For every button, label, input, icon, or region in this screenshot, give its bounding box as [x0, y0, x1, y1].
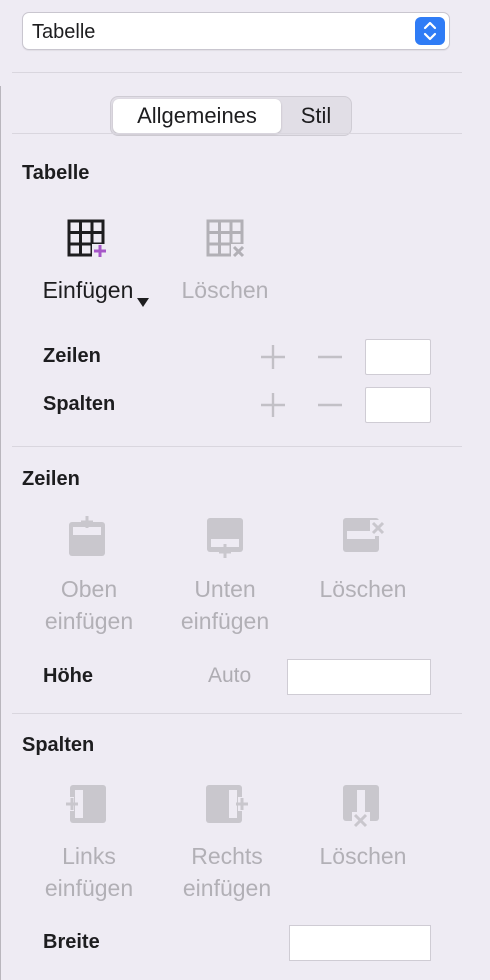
tab-allgemeines[interactable]: Allgemeines: [113, 99, 281, 133]
columns-count-label: Spalten: [43, 393, 116, 415]
minus-icon[interactable]: [315, 390, 345, 420]
delete-column-icon: [340, 782, 386, 830]
delete-row-icon: [340, 514, 388, 560]
insert-table-button[interactable]: Einfügen: [32, 274, 144, 306]
insert-column-left-icon: [64, 782, 110, 826]
format-select[interactable]: Tabelle: [22, 12, 450, 50]
insert-column-right-button: Rechts einfügen: [166, 840, 288, 904]
row-height-label: Höhe: [43, 665, 93, 687]
delete-row-button: Löschen: [319, 576, 407, 602]
insert-column-right-label-line1: Rechts: [191, 843, 263, 869]
chevron-down-icon[interactable]: [137, 298, 149, 307]
insert-row-below-icon: [204, 514, 248, 560]
minus-icon[interactable]: [315, 342, 345, 372]
insert-column-right-label-line2: einfügen: [182, 875, 272, 901]
insert-row-below-button: Unten einfügen: [166, 573, 284, 637]
rows-count-label: Zeilen: [43, 345, 101, 367]
rows-count-field[interactable]: [365, 339, 431, 375]
delete-table-icon: [205, 218, 249, 260]
insert-column-left-button: Links einfügen: [30, 840, 148, 904]
insert-column-right-icon: [204, 782, 250, 826]
delete-column-button: Löschen: [319, 843, 407, 869]
insert-column-left-label-line2: einfügen: [44, 875, 134, 901]
divider: [12, 446, 462, 447]
format-select-value: Tabelle: [32, 21, 96, 43]
section-title-tabelle: Tabelle: [22, 162, 90, 184]
divider: [12, 72, 462, 73]
column-width-label: Breite: [43, 931, 100, 953]
insert-row-above-label-line2: einfügen: [44, 608, 134, 634]
delete-table-button: Löschen: [181, 277, 269, 303]
insert-row-above-button: Oben einfügen: [30, 573, 148, 637]
insert-row-below-label-line2: einfügen: [180, 608, 270, 634]
plus-icon[interactable]: [258, 342, 288, 372]
column-width-field[interactable]: [289, 925, 431, 961]
divider: [12, 133, 462, 134]
plus-icon[interactable]: [258, 390, 288, 420]
insert-table-icon[interactable]: [66, 218, 110, 260]
columns-count-field[interactable]: [365, 387, 431, 423]
insert-row-below-label-line1: Unten: [194, 576, 256, 602]
tab-bar: Allgemeines Stil: [110, 96, 352, 136]
section-title-spalten: Spalten: [22, 734, 95, 756]
insert-row-above-label-line1: Oben: [60, 576, 118, 602]
panel-edge: [0, 86, 1, 980]
insert-row-above-icon: [66, 514, 110, 560]
divider: [12, 713, 462, 714]
insert-column-left-label-line1: Links: [62, 843, 116, 869]
row-height-auto: Auto: [208, 664, 252, 687]
section-title-zeilen: Zeilen: [22, 468, 80, 490]
select-stepper-icon[interactable]: [415, 17, 445, 45]
tab-stil[interactable]: Stil: [283, 99, 349, 133]
row-height-field[interactable]: [287, 659, 431, 695]
